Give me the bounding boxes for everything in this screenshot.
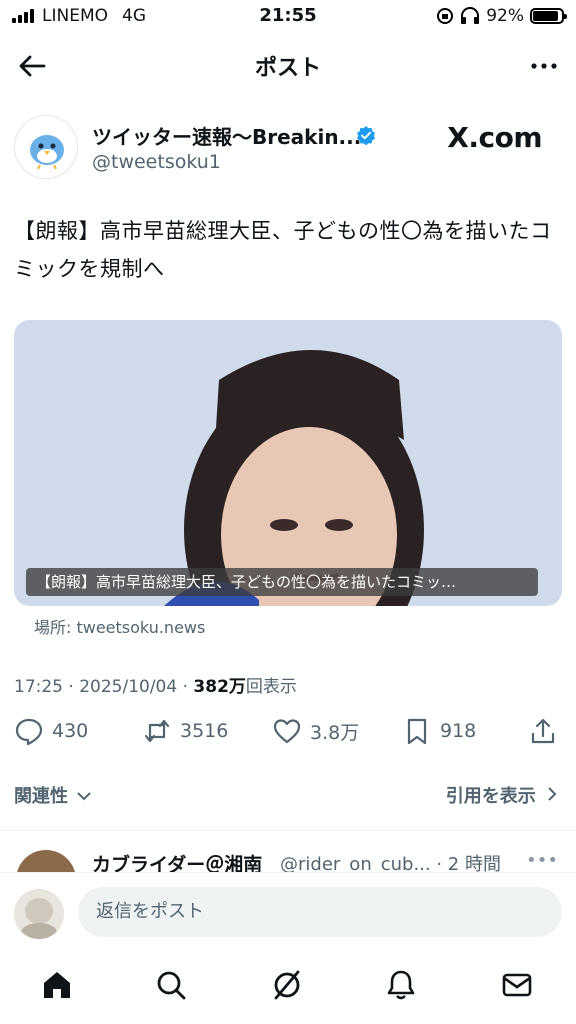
reply-more-icon[interactable]: ••• — [526, 850, 558, 871]
tweet-actions: 430 3516 3.8万 918 — [14, 716, 562, 756]
author-handle[interactable]: @tweetsoku1 — [92, 151, 221, 173]
card-photo — [14, 320, 562, 606]
share-icon — [531, 718, 555, 744]
bottom-nav — [0, 956, 576, 1024]
tweet-timestamp: 17:25 · 2025/10/04 · — [14, 677, 194, 697]
card-source[interactable]: 場所: tweetsoku.news — [34, 614, 205, 638]
notifications-icon[interactable] — [384, 968, 418, 1002]
verified-badge-icon — [357, 126, 375, 145]
status-bar: LINEMO 4G 21:55 92% — [0, 0, 576, 34]
view-quotes-button[interactable]: 引用を表示 — [446, 782, 558, 808]
tweet-author: ツイッター速報〜Breakin... @tweetsoku1 X.com — [14, 115, 562, 185]
x-com-badge: X.com — [447, 121, 542, 154]
user-avatar-image — [14, 889, 64, 939]
chevron-right-icon — [548, 787, 557, 801]
rotation-lock-icon — [437, 8, 454, 24]
home-icon[interactable] — [40, 968, 74, 1002]
retweet-count: 3516 — [180, 720, 229, 742]
link-card[interactable]: 【朗報】高市早苗総理大臣、子どもの性〇為を描いたコミッ… — [14, 320, 562, 606]
share-button[interactable] — [528, 716, 558, 746]
author-name[interactable]: ツイッター速報〜Breakin... — [92, 121, 361, 150]
bird-logo-icon — [30, 135, 64, 170]
user-avatar[interactable] — [14, 889, 64, 939]
status-right: 92% — [436, 6, 567, 26]
search-icon[interactable] — [154, 968, 188, 1002]
headphones-icon — [461, 7, 480, 24]
views-count: 382万 — [193, 677, 246, 697]
more-icon[interactable] — [526, 48, 562, 84]
like-count: 3.8万 — [310, 721, 360, 744]
page-title: ポスト — [254, 56, 321, 81]
bookmark-count: 918 — [440, 720, 477, 742]
grok-icon[interactable] — [270, 968, 304, 1002]
divider — [0, 830, 576, 831]
author-avatar[interactable] — [14, 115, 78, 179]
tweet-text: 【朗報】高市早苗総理大臣、子どもの性〇為を描いたコミックを規制へ — [14, 219, 552, 281]
relevance-sort-button[interactable]: 関連性 — [14, 782, 92, 808]
bookmark-icon — [407, 718, 427, 745]
reply-button[interactable]: 430 — [14, 716, 88, 746]
heart-icon — [273, 719, 301, 744]
quotes-label: 引用を表示 — [445, 786, 536, 807]
reply-count: 430 — [52, 720, 89, 742]
messages-icon[interactable] — [500, 968, 534, 1002]
retweet-button[interactable]: 3516 — [142, 716, 228, 746]
retweet-icon — [144, 719, 170, 743]
bookmark-button[interactable]: 918 — [402, 716, 476, 746]
reply-composer: 返信をポスト — [0, 872, 576, 952]
battery-percent: 92% — [486, 6, 524, 26]
like-button[interactable]: 3.8万 — [272, 716, 359, 746]
chevron-down-icon — [77, 792, 91, 801]
tweet-meta: 17:25 · 2025/10/04 · 382万回表示 — [14, 672, 297, 697]
reply-icon — [15, 718, 43, 746]
top-header: ポスト — [0, 40, 576, 90]
views-label: 回表示 — [245, 677, 297, 697]
relevance-label: 関連性 — [14, 786, 68, 807]
battery-icon — [530, 8, 567, 24]
reply-input[interactable]: 返信をポスト — [78, 887, 562, 937]
card-caption: 【朗報】高市早苗総理大臣、子どもの性〇為を描いたコミッ… — [26, 568, 538, 596]
